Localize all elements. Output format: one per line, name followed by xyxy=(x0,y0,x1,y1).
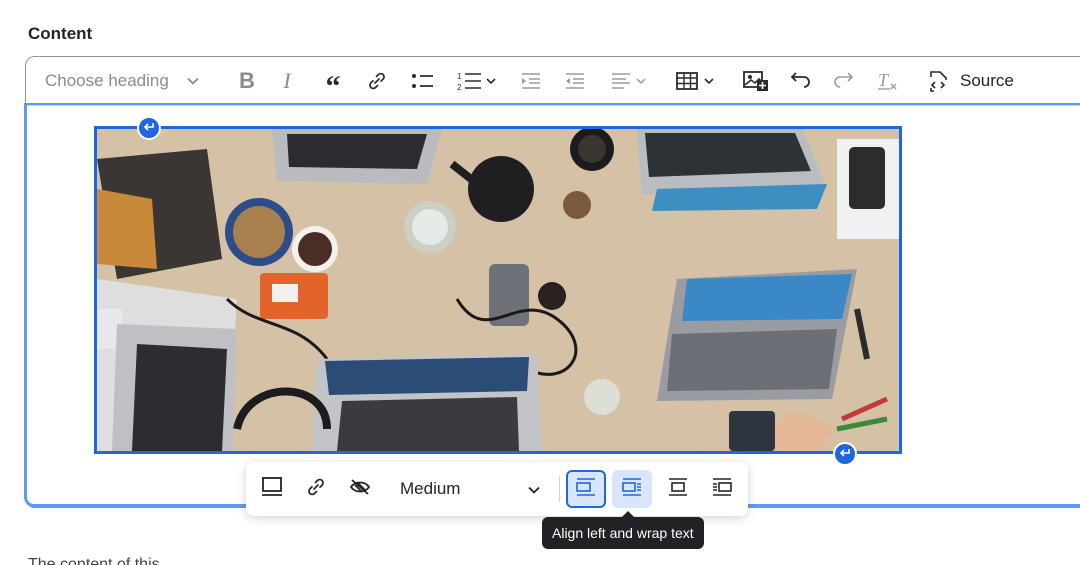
monitor-icon xyxy=(260,476,284,503)
source-icon xyxy=(926,68,952,94)
image-size-value: Medium xyxy=(400,479,461,498)
image-size-dropdown[interactable]: Medium xyxy=(390,470,550,508)
toolbar-divider xyxy=(559,476,560,502)
align-icon xyxy=(610,71,650,91)
undo-icon xyxy=(790,72,812,90)
image-toolbar: Medium xyxy=(246,462,748,516)
svg-text:T: T xyxy=(878,70,890,90)
chevron-down-icon xyxy=(528,479,540,499)
svg-text:2: 2 xyxy=(457,83,462,92)
alignment-dropdown[interactable] xyxy=(606,57,654,105)
image-icon xyxy=(742,69,770,93)
numbered-list-icon: 12 xyxy=(457,70,497,92)
align-left-wrap-icon xyxy=(621,477,643,502)
table-dropdown[interactable] xyxy=(670,57,726,105)
enter-icon xyxy=(839,445,851,463)
bold-button[interactable]: B xyxy=(232,57,262,105)
toggle-alt-text-button[interactable] xyxy=(342,470,378,508)
indent-icon xyxy=(564,71,586,91)
link-icon xyxy=(306,477,326,502)
align-left-wrap-text-button[interactable] xyxy=(612,470,652,508)
italic-button[interactable]: I xyxy=(272,57,302,105)
source-label: Source xyxy=(960,71,1014,90)
enter-icon xyxy=(143,119,155,137)
table-icon xyxy=(676,71,720,91)
italic-icon: I xyxy=(283,68,291,93)
remove-format-icon: T xyxy=(876,70,898,92)
insert-paragraph-after-button[interactable] xyxy=(833,442,857,466)
link-button[interactable] xyxy=(362,57,392,105)
quote-icon: “ xyxy=(325,70,341,103)
tooltip: Align left and wrap text xyxy=(542,517,704,549)
bullet-list-icon xyxy=(411,71,435,91)
selected-image[interactable] xyxy=(94,126,902,454)
toggle-caption-button[interactable] xyxy=(254,470,290,508)
hide-icon xyxy=(348,477,372,502)
source-button[interactable]: Source xyxy=(926,57,1026,105)
numbered-list-button[interactable]: 12 xyxy=(450,57,504,105)
heading-dropdown-label: Choose heading xyxy=(45,71,169,90)
bulleted-list-button[interactable] xyxy=(406,57,440,105)
insert-image-button[interactable] xyxy=(738,57,774,105)
align-center-break-text-button[interactable] xyxy=(658,470,698,508)
remove-format-button[interactable]: T xyxy=(872,57,902,105)
align-left-break-text-button[interactable] xyxy=(566,470,606,508)
body-text: The content of this xyxy=(28,556,160,565)
undo-button[interactable] xyxy=(786,57,816,105)
svg-text:1: 1 xyxy=(457,72,462,81)
blockquote-button[interactable]: “ xyxy=(316,57,350,105)
align-right-wrap-text-button[interactable] xyxy=(702,470,742,508)
indent-button[interactable] xyxy=(558,57,592,105)
redo-button[interactable] xyxy=(828,57,858,105)
chevron-down-icon xyxy=(187,77,199,85)
editor-toolbar: Choose heading B I “ 12 T Source xyxy=(26,57,1080,106)
bold-icon: B xyxy=(239,68,255,93)
redo-icon xyxy=(832,72,854,90)
align-block-left-icon xyxy=(575,477,597,502)
heading-dropdown[interactable]: Choose heading xyxy=(45,57,199,105)
align-center-icon xyxy=(667,477,689,502)
outdent-icon xyxy=(520,71,542,91)
align-right-wrap-icon xyxy=(711,477,733,502)
insert-paragraph-before-button[interactable] xyxy=(137,116,161,140)
link-icon xyxy=(367,71,387,91)
field-label: Content xyxy=(28,24,93,43)
outdent-button[interactable] xyxy=(514,57,548,105)
desk-photo xyxy=(97,129,899,451)
image-link-button[interactable] xyxy=(298,470,334,508)
